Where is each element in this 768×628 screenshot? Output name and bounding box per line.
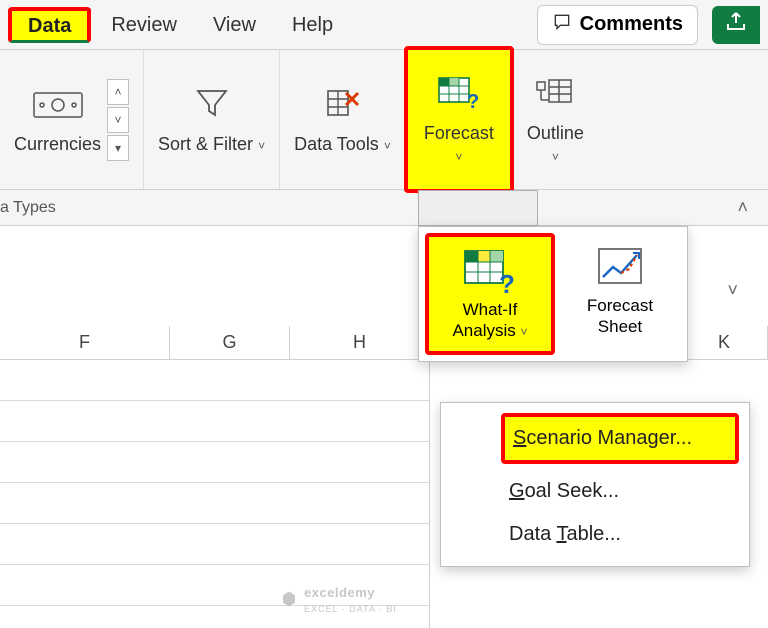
currencies-group[interactable]: Currencies ˄ ˅ ▾ <box>0 50 144 189</box>
data-tools-icon <box>322 83 362 128</box>
watermark-brand: exceldemy <box>304 585 375 600</box>
data-tools-button[interactable]: Data Tools ˅ <box>280 50 406 189</box>
watermark-icon <box>280 590 298 611</box>
forecast-dropdown: ? What-If Analysis ˅ Forecast Sheet <box>418 226 688 362</box>
chevron-down-icon: ˅ <box>552 150 559 164</box>
tab-view[interactable]: View <box>197 6 272 43</box>
tab-review[interactable]: Review <box>95 6 193 43</box>
data-types-group-label: a Types <box>0 199 56 217</box>
ribbon-group-label-strip: a Types ˄ <box>0 190 768 226</box>
share-icon <box>724 10 748 39</box>
currencies-label: Currencies <box>14 134 101 156</box>
column-header-row: K <box>688 326 768 360</box>
watermark: exceldemy EXCEL · DATA · BI <box>280 585 397 615</box>
sort-filter-label: Sort & Filter ˅ <box>158 134 265 156</box>
column-header[interactable]: F <box>0 326 170 359</box>
outline-icon <box>533 72 577 117</box>
column-header[interactable]: G <box>170 326 290 359</box>
ribbon-tab-bar: Data Review View Help Comments <box>0 0 768 50</box>
what-if-submenu: Scenario Manager... Goal Seek... Data Ta… <box>440 402 750 567</box>
tab-data[interactable]: Data <box>8 7 91 43</box>
gallery-more-button[interactable]: ▾ <box>107 135 129 161</box>
comments-label: Comments <box>580 13 683 36</box>
chevron-down-icon: ˅ <box>258 139 265 153</box>
goal-seek-item[interactable]: Goal Seek... <box>501 470 739 513</box>
forecast-sheet-icon <box>593 243 647 296</box>
chevron-down-icon: ˅ <box>384 139 391 153</box>
forecast-label: Forecast˅ <box>424 123 494 166</box>
forecast-button[interactable]: ? Forecast˅ <box>406 50 513 189</box>
svg-text:?: ? <box>499 269 515 295</box>
forecast-sheet-label: Forecast Sheet <box>563 296 677 337</box>
outline-label: Outline˅ <box>527 123 584 166</box>
chevron-down-icon: ˅ <box>521 325 528 339</box>
more-icon: ▾ <box>115 141 121 155</box>
forecast-icon: ? <box>437 72 481 117</box>
forecast-sheet-button[interactable]: Forecast Sheet <box>559 233 681 355</box>
filter-icon <box>192 83 232 128</box>
share-button[interactable] <box>712 6 760 44</box>
watermark-tag: EXCEL · DATA · BI <box>304 604 397 614</box>
chevron-up-icon: ˄ <box>115 85 122 99</box>
tab-help[interactable]: Help <box>276 6 349 43</box>
column-header-row: F G H <box>0 326 430 360</box>
column-header[interactable]: K <box>688 326 768 359</box>
gallery-down-button[interactable]: ˅ <box>107 107 129 133</box>
gallery-up-button[interactable]: ˄ <box>107 79 129 105</box>
svg-text:?: ? <box>467 91 479 112</box>
what-if-label: What-If Analysis ˅ <box>433 300 547 341</box>
comments-button[interactable]: Comments <box>537 5 698 45</box>
ribbon: Currencies ˄ ˅ ▾ Sort & Filter ˅ Data To… <box>0 50 768 190</box>
data-table-item[interactable]: Data Table... <box>501 513 739 556</box>
currencies-icon <box>30 83 86 128</box>
sort-filter-button[interactable]: Sort & Filter ˅ <box>144 50 280 189</box>
chevron-down-icon: ˅ <box>455 150 462 164</box>
chevron-down-icon: ˅ <box>115 113 122 127</box>
scenario-manager-item[interactable]: Scenario Manager... <box>501 413 739 464</box>
collapse-ribbon-button[interactable]: ˄ <box>727 193 758 222</box>
column-header[interactable]: H <box>290 326 430 359</box>
what-if-analysis-button[interactable]: ? What-If Analysis ˅ <box>425 233 555 355</box>
data-tools-label: Data Tools ˅ <box>294 134 391 156</box>
what-if-icon: ? <box>463 247 517 300</box>
outline-button[interactable]: Outline˅ <box>513 50 598 189</box>
comment-icon <box>552 12 572 38</box>
forecast-pressed-indicator <box>418 190 538 226</box>
formula-bar-expand-icon[interactable]: ˅ <box>727 280 738 301</box>
